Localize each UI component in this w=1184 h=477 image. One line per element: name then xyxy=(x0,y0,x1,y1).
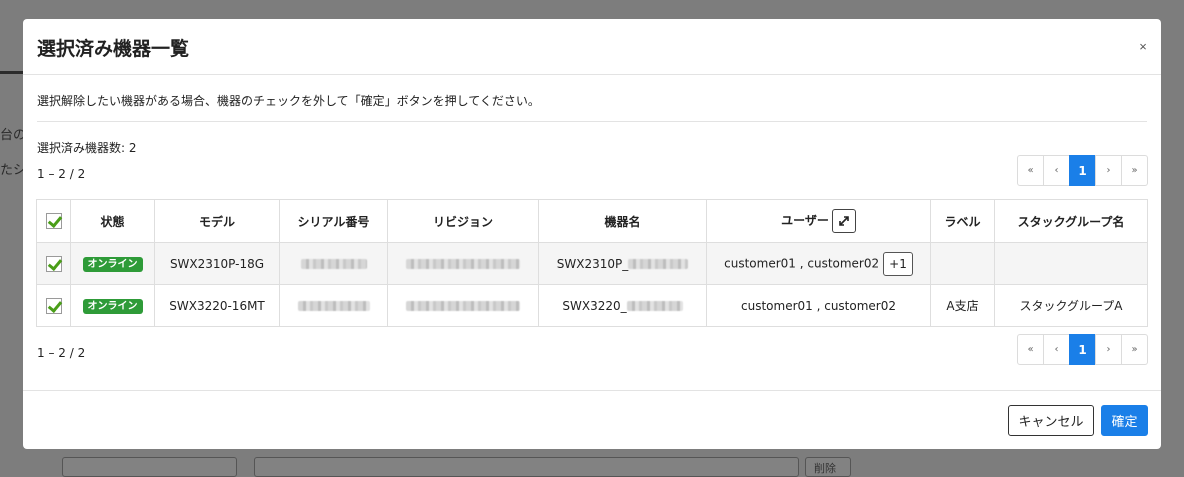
table-row: オンライン SWX3220-16MT SWX3220_ customer01 ,… xyxy=(36,284,1148,327)
revision-cell xyxy=(387,242,539,285)
pagination-prev-button[interactable]: ‹ xyxy=(1043,334,1070,365)
pagination-top: « ‹ 1 › » xyxy=(1017,155,1148,186)
row-checkbox[interactable] xyxy=(45,255,62,272)
select-all-checkbox[interactable] xyxy=(45,213,62,229)
header-label: ラベル xyxy=(930,199,995,243)
user-list: customer01 , customer02 xyxy=(724,256,880,270)
header-status: 状態 xyxy=(70,199,155,243)
label-cell xyxy=(930,242,995,285)
device-name-cell: SWX3220_ xyxy=(538,284,707,327)
header-select-all[interactable] xyxy=(36,199,71,243)
pagination-page-button[interactable]: 1 xyxy=(1069,155,1096,186)
selected-count: 選択済み機器数: 2 xyxy=(37,141,137,155)
header-model: モデル xyxy=(154,199,280,243)
stack-group-cell xyxy=(994,242,1148,285)
status-badge: オンライン xyxy=(82,298,143,314)
background-button: 削除 xyxy=(805,457,851,477)
model-cell: SWX2310P-18G xyxy=(154,242,280,285)
table-row: オンライン SWX2310P-18G SWX2310P_ customer01 … xyxy=(36,242,1148,285)
row-select-cell[interactable] xyxy=(36,284,71,327)
user-cell: customer01 , customer02 xyxy=(706,284,931,327)
redacted-serial xyxy=(297,301,370,311)
header-stack-group: スタックグループ名 xyxy=(994,199,1148,243)
device-name-cell: SWX2310P_ xyxy=(538,242,707,285)
status-cell: オンライン xyxy=(70,242,155,285)
pagination-next-button[interactable]: › xyxy=(1095,334,1122,365)
table-header-row: 状態 モデル シリアル番号 リビジョン 機器名 ユーザー ラベル スタックグルー… xyxy=(36,199,1148,243)
selected-devices-modal: 選択済み機器一覧 × 選択解除したい機器がある場合、機器のチェックを外して「確定… xyxy=(23,19,1161,449)
pagination-last-button[interactable]: » xyxy=(1121,334,1148,365)
label-cell: A支店 xyxy=(930,284,995,327)
redacted-serial xyxy=(300,259,367,269)
row-checkbox[interactable] xyxy=(45,297,62,314)
status-cell: オンライン xyxy=(70,284,155,327)
pagination-page-button[interactable]: 1 xyxy=(1069,334,1096,365)
devices-table: 状態 モデル シリアル番号 リビジョン 機器名 ユーザー ラベル スタックグルー… xyxy=(36,199,1148,327)
device-name-prefix: SWX2310P_ xyxy=(556,256,629,271)
footer-divider xyxy=(23,390,1161,391)
modal-header: 選択済み機器一覧 × xyxy=(23,19,1161,75)
pagination-bottom: « ‹ 1 › » xyxy=(1017,334,1148,365)
close-button[interactable]: × xyxy=(1135,37,1151,55)
modal-title: 選択済み機器一覧 xyxy=(37,38,190,60)
background-tab-underline xyxy=(0,71,24,74)
pagination-first-button[interactable]: « xyxy=(1017,334,1044,365)
serial-cell xyxy=(279,284,388,327)
user-cell: customer01 , customer02 +1 xyxy=(706,242,931,285)
divider xyxy=(37,121,1147,122)
row-select-cell[interactable] xyxy=(36,242,71,285)
expand-icon[interactable] xyxy=(831,209,856,233)
background-input xyxy=(254,457,799,477)
model-cell: SWX3220-16MT xyxy=(154,284,280,327)
pagination-last-button[interactable]: » xyxy=(1121,155,1148,186)
serial-cell xyxy=(279,242,388,285)
stack-group-cell: スタックグループA xyxy=(994,284,1148,327)
status-badge: オンライン xyxy=(82,256,143,272)
confirm-button[interactable]: 確定 xyxy=(1101,405,1148,436)
pagination-prev-button[interactable]: ‹ xyxy=(1043,155,1070,186)
background-input xyxy=(62,457,237,477)
redacted-revision xyxy=(406,259,520,269)
range-label-top: 1 – 2 / 2 xyxy=(37,167,86,181)
device-name-prefix: SWX3220_ xyxy=(562,298,627,313)
redacted-revision xyxy=(406,301,520,311)
redacted-device-name xyxy=(626,301,683,311)
header-device-name: 機器名 xyxy=(538,199,707,243)
header-user-label: ユーザー xyxy=(781,213,829,228)
range-label-bottom: 1 – 2 / 2 xyxy=(37,346,86,360)
redacted-device-name xyxy=(628,259,689,269)
pagination-first-button[interactable]: « xyxy=(1017,155,1044,186)
header-serial: シリアル番号 xyxy=(279,199,388,243)
more-users-button[interactable]: +1 xyxy=(883,251,913,276)
cancel-button[interactable]: キャンセル xyxy=(1008,405,1094,436)
header-user: ユーザー xyxy=(706,199,931,243)
pagination-next-button[interactable]: › xyxy=(1095,155,1122,186)
revision-cell xyxy=(387,284,539,327)
instruction-text: 選択解除したい機器がある場合、機器のチェックを外して「確定」ボタンを押してくださ… xyxy=(37,94,540,108)
header-revision: リビジョン xyxy=(387,199,539,243)
